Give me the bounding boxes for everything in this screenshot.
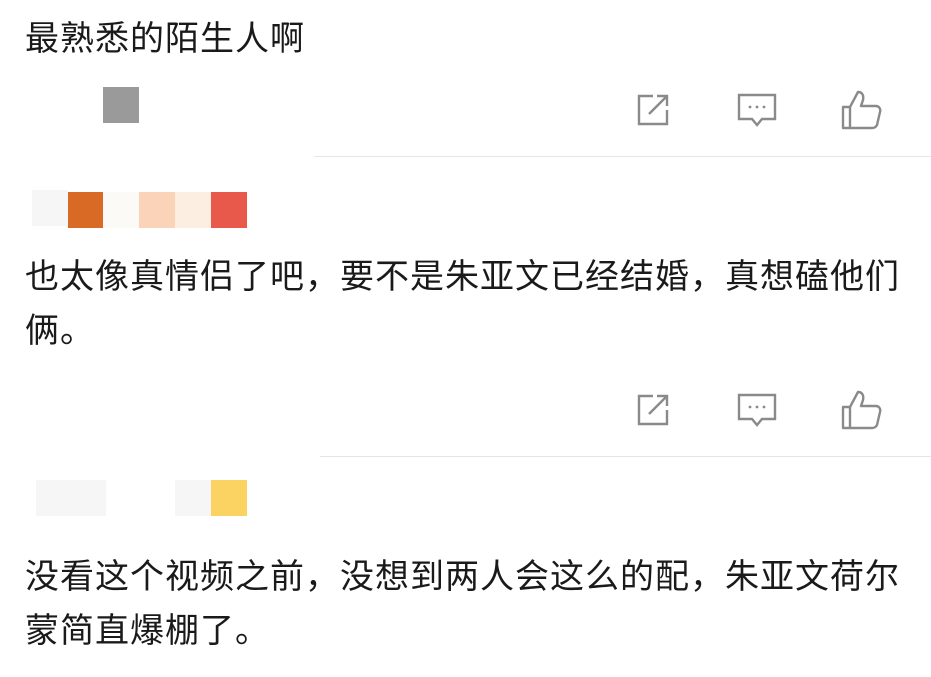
- avatar-block: [103, 192, 139, 228]
- thumbs-up-icon: [841, 390, 882, 430]
- comment-button[interactable]: [735, 388, 779, 432]
- avatar-block: [211, 192, 247, 228]
- thumbs-up-icon: [841, 90, 882, 130]
- comment-text-2: 也太像真情侣了吧，要不是朱亚文已经结婚，真想磕他们俩。: [25, 257, 900, 351]
- avatar-block: [139, 192, 175, 228]
- like-button[interactable]: [839, 88, 883, 132]
- avatar-block: [68, 192, 104, 228]
- comment-actions-1: [631, 88, 891, 132]
- like-button[interactable]: [839, 388, 883, 432]
- divider: [314, 156, 931, 157]
- divider: [320, 456, 931, 457]
- comment-actions-2: [631, 388, 891, 432]
- share-icon: [637, 394, 669, 426]
- avatar-block: [211, 480, 247, 516]
- comment-button[interactable]: [735, 88, 779, 132]
- comment-text-1: 最熟悉的陌生人啊: [25, 19, 305, 59]
- avatar-block: [36, 480, 106, 516]
- comment-icon: [737, 93, 777, 127]
- share-button[interactable]: [631, 88, 675, 132]
- avatar-block: [103, 87, 139, 123]
- share-button[interactable]: [631, 388, 675, 432]
- share-icon: [637, 94, 669, 126]
- comment-icon: [737, 393, 777, 427]
- avatar-block: [32, 190, 68, 226]
- avatar-block: [175, 480, 211, 516]
- comment-text-3: 没看这个视频之前，没想到两人会这么的配，朱亚文荷尔蒙简直爆棚了。: [25, 557, 900, 651]
- avatar-block: [175, 192, 211, 228]
